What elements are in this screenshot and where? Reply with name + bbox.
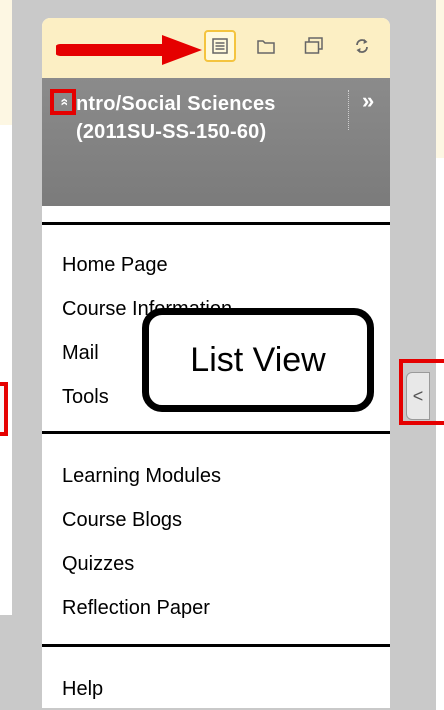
view-toolbar <box>42 18 390 78</box>
menu-group-2: Learning Modules Course Blogs Quizzes Re… <box>42 434 390 644</box>
list-view-icon <box>212 38 228 54</box>
folder-view-icon <box>257 40 275 54</box>
list-view-callout: List View <box>142 308 374 412</box>
menu-item-learning-modules[interactable]: Learning Modules <box>42 454 390 498</box>
course-menu: Home Page Course Information Mail Tools … <box>42 206 390 708</box>
list-view-button[interactable] <box>204 30 236 62</box>
right-panel-edge <box>436 158 444 710</box>
windows-view-icon <box>304 37 323 54</box>
menu-group-3: Help <box>42 647 390 708</box>
chevron-left-icon: < <box>412 385 424 406</box>
refresh-button[interactable] <box>346 30 378 62</box>
refresh-icon <box>356 39 368 53</box>
menu-item-reflection-paper[interactable]: Reflection Paper <box>42 586 390 630</box>
folder-view-button[interactable] <box>250 30 282 62</box>
collapse-icon: » <box>54 98 71 106</box>
menu-item-help[interactable]: Help <box>42 667 390 708</box>
menu-item-quizzes[interactable]: Quizzes <box>42 542 390 586</box>
header-divider <box>348 90 350 130</box>
menu-item-home-page[interactable]: Home Page <box>42 243 390 287</box>
collapse-panel-handle[interactable]: < <box>406 372 430 420</box>
red-arrow-annotation <box>56 35 202 65</box>
expand-icon[interactable]: » <box>362 88 374 114</box>
windows-view-button[interactable] <box>298 30 330 62</box>
right-panel-edge-top <box>436 0 444 158</box>
collapse-menu-button[interactable]: » <box>50 89 76 115</box>
course-title: ntro/Social Sciences (2011SU-SS-150-60) <box>76 93 276 143</box>
course-header: » ntro/Social Sciences (2011SU-SS-150-60… <box>42 78 390 206</box>
menu-item-course-blogs[interactable]: Course Blogs <box>42 498 390 542</box>
left-panel-edge-top <box>0 0 12 125</box>
left-highlight-box <box>0 382 8 436</box>
